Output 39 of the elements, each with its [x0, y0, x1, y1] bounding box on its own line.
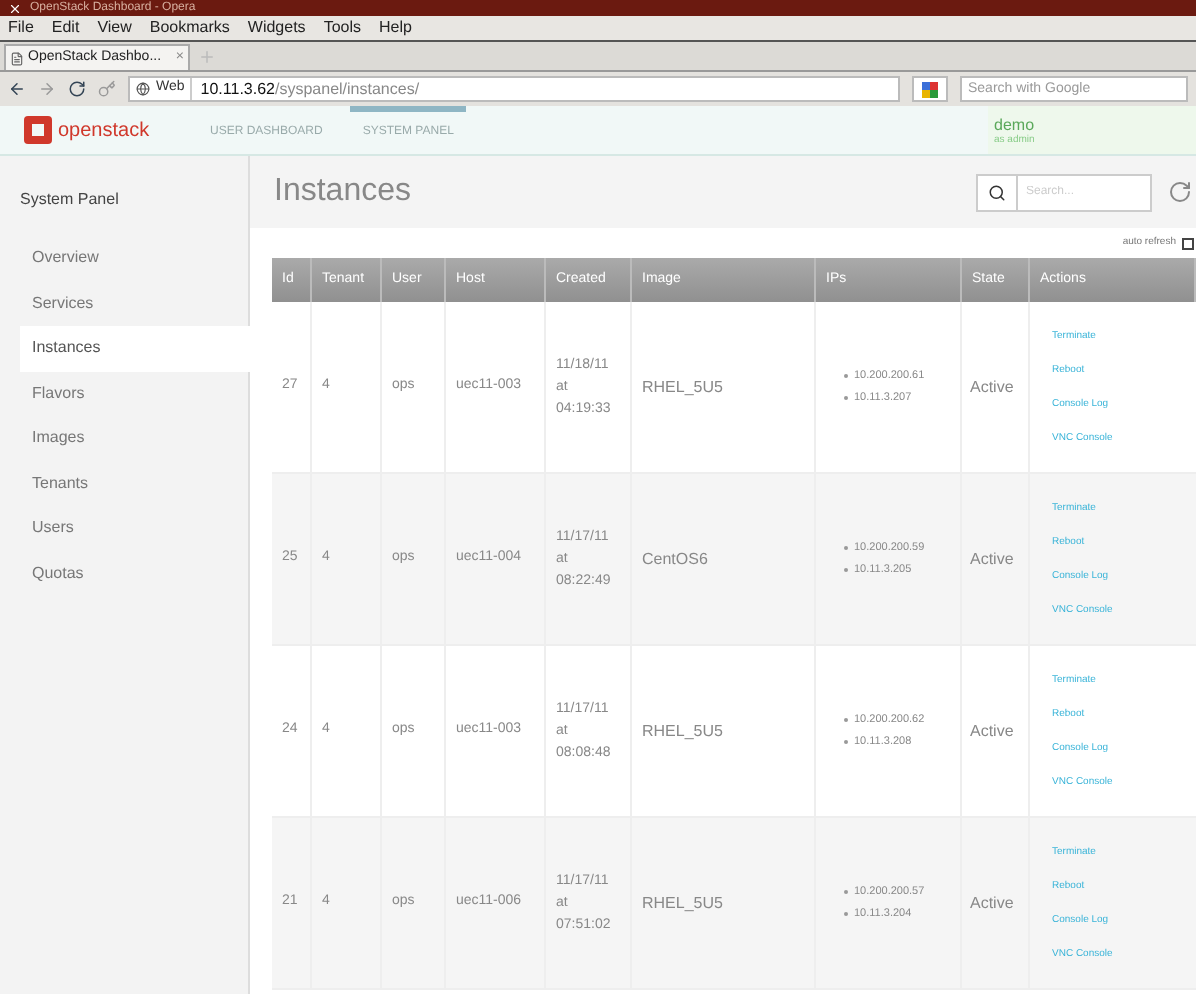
sidebar-item[interactable]: Images — [20, 416, 248, 461]
page-title: Instances — [274, 172, 411, 212]
sidebar-item[interactable]: Flavors — [20, 371, 248, 416]
menu-item[interactable]: Edit — [51, 16, 80, 40]
table-cell: Active — [970, 891, 1014, 915]
logo-icon — [24, 116, 52, 144]
sidebar-item[interactable]: Services — [20, 281, 248, 326]
sidebar-item[interactable]: Tenants — [20, 461, 248, 506]
sidebar-item[interactable]: Overview — [20, 236, 248, 281]
url-text: 10.11.3.62/syspanel/instances/ — [198, 77, 420, 101]
sidebar-item[interactable]: Instances — [20, 326, 250, 371]
search-engine-icon[interactable] — [922, 81, 938, 97]
menu-item[interactable]: View — [97, 16, 132, 40]
reload-icon[interactable] — [68, 80, 86, 98]
menu-item[interactable]: Tools — [323, 16, 361, 40]
back-icon[interactable] — [8, 80, 26, 98]
menu-item[interactable]: Bookmarks — [149, 16, 230, 40]
close-icon[interactable] — [8, 1, 22, 15]
menu-item[interactable]: Widgets — [247, 16, 306, 40]
sidebar-title: System Panel — [20, 188, 121, 212]
page-icon — [10, 51, 24, 65]
search-button[interactable] — [976, 173, 1018, 211]
table-cell: CentOS6 — [642, 547, 708, 571]
search-icon — [988, 183, 1006, 201]
refresh-icon[interactable] — [1168, 180, 1192, 204]
table-cell: RHEL_5U5 — [642, 719, 723, 743]
sidebar-item[interactable]: Users — [20, 506, 248, 551]
menu-item[interactable]: Help — [379, 16, 412, 40]
table-cell: Active — [970, 375, 1014, 399]
auto-refresh-checkbox[interactable] — [1182, 237, 1194, 249]
sidebar-item[interactable]: Quotas — [20, 551, 248, 596]
table-cell: RHEL_5U5 — [642, 891, 723, 915]
table-cell: Active — [970, 547, 1014, 571]
globe-icon — [136, 82, 150, 96]
menu-item[interactable]: File — [8, 16, 34, 40]
logo-text: openstack — [58, 117, 150, 145]
table-cell: Active — [970, 719, 1014, 743]
user-name[interactable]: demo — [994, 115, 1196, 133]
table-cell: RHEL_5U5 — [642, 375, 723, 399]
